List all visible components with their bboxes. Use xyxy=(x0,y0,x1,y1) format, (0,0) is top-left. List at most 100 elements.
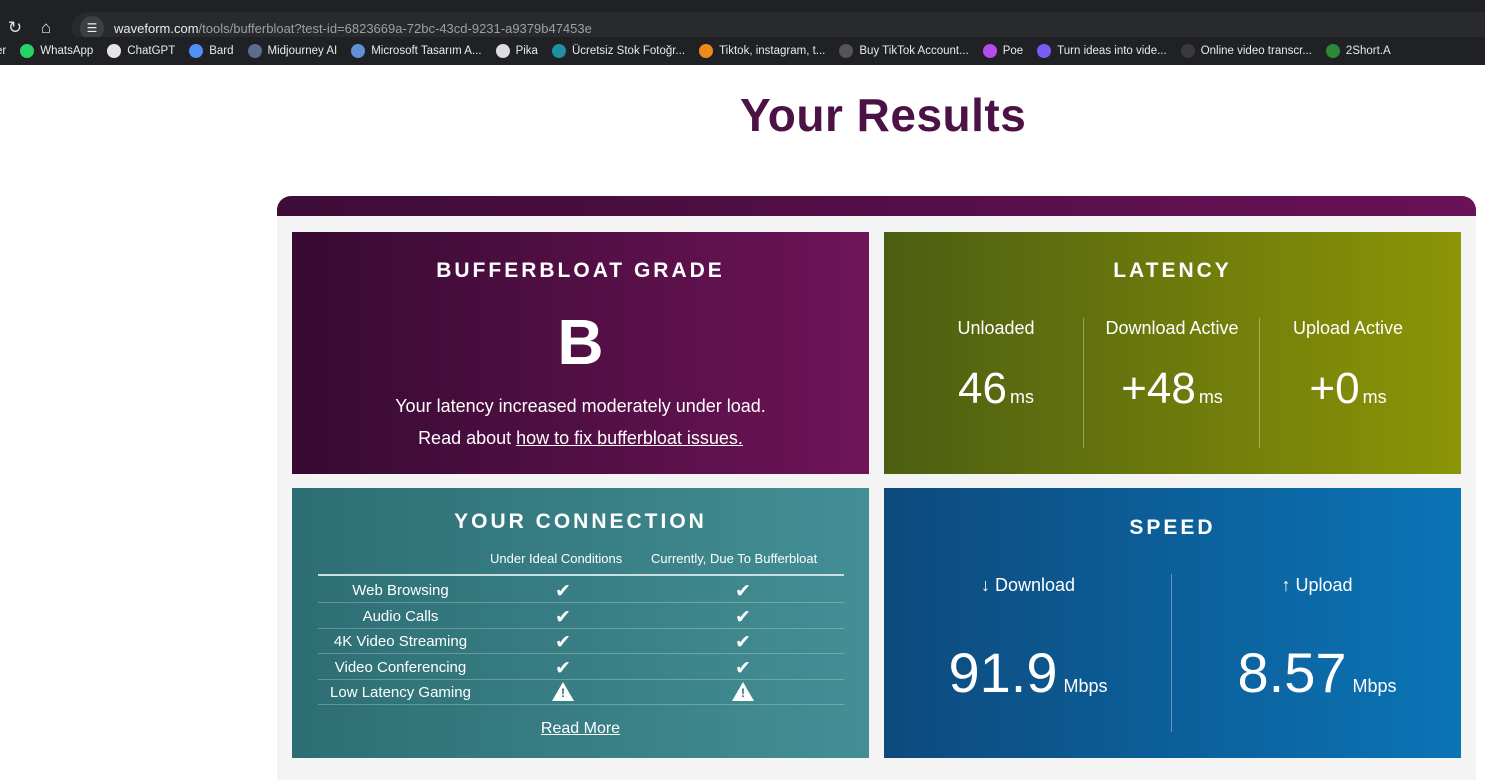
bookmark-item[interactable]: Online video transcr... xyxy=(1180,41,1312,61)
download-speed-value: 91.9 xyxy=(948,641,1058,704)
latency-download-active: Download Active +48 ms xyxy=(1082,318,1262,419)
transcribe-icon xyxy=(1180,44,1195,58)
table-row: Low Latency Gaming xyxy=(318,680,844,705)
bookmark-item[interactable]: Tiktok, instagram, t... xyxy=(699,41,825,61)
connection-row-label: Low Latency Gaming xyxy=(330,684,471,701)
bookmark-item[interactable]: Pika xyxy=(495,41,538,61)
bookmark-item[interactable]: WhatsApp xyxy=(20,41,93,61)
short-ai-icon xyxy=(1325,44,1340,58)
checkmark-icon: ✔ xyxy=(555,632,571,653)
latency-label: Unloaded xyxy=(957,318,1035,338)
latency-value: 46 ms xyxy=(906,367,1086,419)
latency-label: Upload Active xyxy=(1292,318,1404,338)
latency-value: +48 ms xyxy=(1082,367,1262,419)
bookmark-item[interactable]: Microsoft Tasarım A... xyxy=(351,41,482,61)
latency-unit: ms xyxy=(1009,387,1034,407)
search-icon xyxy=(351,44,366,58)
bookmark-item[interactable]: Midjourney AI xyxy=(247,41,338,61)
bookmark-label: Poe xyxy=(1002,45,1024,57)
checkmark-icon: ✔ xyxy=(735,581,751,602)
bookmark-label: ChatGPT xyxy=(127,45,176,57)
tiktok-account-icon xyxy=(839,44,854,58)
bookmark-label: Tiktok, instagram, t... xyxy=(719,45,826,57)
bookmark-label: Pika xyxy=(515,45,538,57)
latency-unit: ms xyxy=(1362,387,1387,407)
latency-label: Download Active xyxy=(1105,318,1239,338)
checkmark-icon: ✔ xyxy=(555,657,571,679)
latency-value: +0 ms xyxy=(1258,367,1438,419)
speed-card: SPEED xyxy=(884,488,1461,758)
upload-speed: 8.57 Mbps xyxy=(1173,645,1461,701)
table-row: Video Conferencing ✔ ✔ xyxy=(318,655,844,680)
url-text[interactable]: waveform.com/tools/bufferbloat?test-id=6… xyxy=(114,21,592,36)
checkmark-icon: ✔ xyxy=(735,632,751,653)
read-more-link[interactable]: Read More xyxy=(292,720,869,738)
bookmark-item[interactable]: Poe xyxy=(982,41,1024,61)
reload-icon[interactable]: ↻ xyxy=(4,17,26,39)
bookmark-label: Turn ideas into vide... xyxy=(1057,45,1167,57)
download-label: ↓ Download xyxy=(980,575,1076,595)
bookmark-label: Midjourney AI xyxy=(267,45,338,57)
latency-card-title: LATENCY xyxy=(1113,259,1232,282)
bookmark-label: WhatsApp xyxy=(40,45,94,57)
table-row: Audio Calls ✔ ✔ xyxy=(318,604,844,629)
poe-icon xyxy=(982,44,997,58)
bookmark-item[interactable]: er xyxy=(0,41,6,61)
fix-bufferbloat-link[interactable]: how to fix bufferbloat issues. xyxy=(516,428,743,448)
download-speed-unit: Mbps xyxy=(1063,676,1108,696)
checkmark-icon: ✔ xyxy=(555,606,571,628)
speed-card-title: SPEED xyxy=(1129,516,1216,539)
latency-number: +0 xyxy=(1309,364,1360,413)
bookmark-item[interactable]: ChatGPT xyxy=(107,41,175,61)
bookmark-item[interactable]: Buy TikTok Account... xyxy=(839,41,969,61)
speed-divider xyxy=(1171,574,1172,732)
bookmark-label: Online video transcr... xyxy=(1200,45,1312,57)
stock-photo-icon xyxy=(551,44,566,58)
bookmark-item[interactable]: 2Short.A xyxy=(1325,41,1391,61)
grade-card-title: BUFFERBLOAT GRADE xyxy=(436,259,725,282)
table-row: Web Browsing ✔ ✔ xyxy=(318,578,844,603)
bookmark-item[interactable]: Ücretsiz Stok Fotoğr... xyxy=(551,41,686,61)
connection-row-label: Audio Calls xyxy=(362,607,439,625)
bookmark-label: er xyxy=(0,45,7,57)
warning-icon xyxy=(731,682,755,708)
bookmark-label: 2Short.A xyxy=(1345,45,1391,57)
checkmark-icon: ✔ xyxy=(735,606,751,628)
connection-row-label: 4K Video Streaming xyxy=(333,633,468,650)
bookmark-label: Ücretsiz Stok Fotoğr... xyxy=(571,45,686,57)
connection-table-rule xyxy=(318,574,844,576)
upload-speed-unit: Mbps xyxy=(1352,676,1397,696)
bookmark-label: Buy TikTok Account... xyxy=(859,45,969,57)
grade-link-line: Read about how to fix bufferbloat issues… xyxy=(292,428,869,449)
home-icon[interactable]: ⌂ xyxy=(35,17,57,39)
grade-description: Your latency increased moderately under … xyxy=(395,396,766,416)
ideal-conditions-header: Under Ideal Conditions xyxy=(490,551,623,566)
url-host: waveform.com xyxy=(114,20,199,36)
latency-number: 46 xyxy=(958,364,1007,413)
bookmark-label: Microsoft Tasarım A... xyxy=(371,45,482,57)
upload-speed-value: 8.57 xyxy=(1237,641,1347,704)
connection-row-label: Web Browsing xyxy=(352,582,449,599)
checkmark-icon: ✔ xyxy=(735,657,751,679)
latency-number: +48 xyxy=(1121,364,1196,413)
current-conditions-header: Currently, Due To Bufferbloat xyxy=(651,551,818,566)
grade-letter: B xyxy=(557,306,604,378)
grade-link-prefix: Read about xyxy=(418,428,517,448)
connection-row-label: Video Conferencing xyxy=(334,658,467,676)
latency-unit: ms xyxy=(1198,387,1223,407)
results-header-band xyxy=(277,196,1476,218)
pika-icon xyxy=(495,44,510,58)
page-title: Your Results xyxy=(740,89,1027,141)
video-ideas-icon xyxy=(1037,44,1052,58)
bard-icon xyxy=(189,44,204,58)
latency-unloaded: Unloaded 46 ms xyxy=(906,318,1086,419)
whatsapp-icon xyxy=(20,44,35,58)
midjourney-icon xyxy=(247,44,262,58)
bookmark-item[interactable]: Bard xyxy=(189,41,234,61)
warning-icon xyxy=(551,682,575,708)
bookmark-item[interactable]: Turn ideas into vide... xyxy=(1037,41,1167,61)
bookmarks-bar: er WhatsApp ChatGPT Bard Midjourney AI Micros… xyxy=(0,37,1485,65)
download-speed: 91.9 Mbps xyxy=(884,645,1172,701)
tiktok-tools-icon xyxy=(699,44,714,58)
table-row: 4K Video Streaming ✔ ✔ xyxy=(318,629,844,654)
